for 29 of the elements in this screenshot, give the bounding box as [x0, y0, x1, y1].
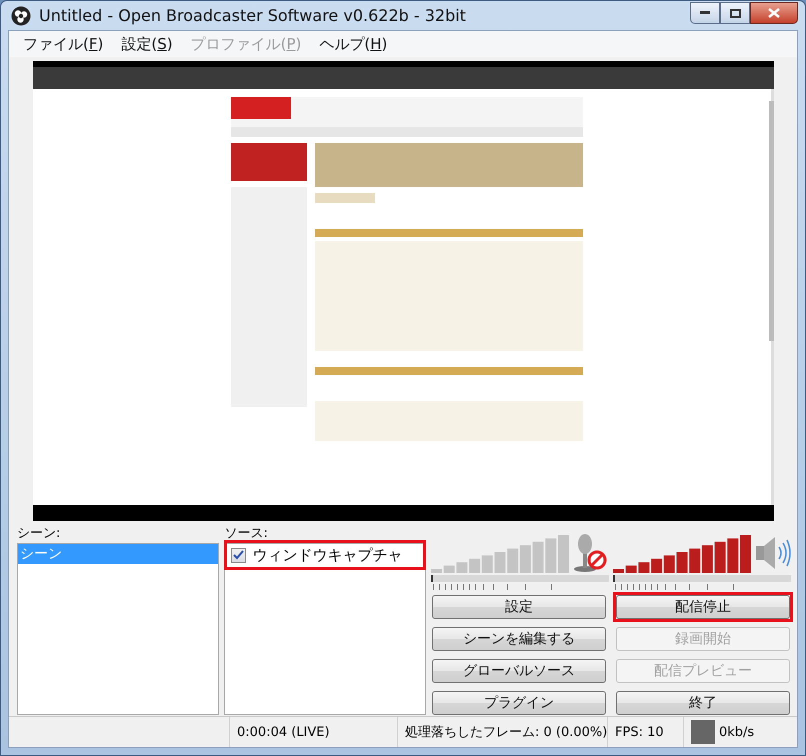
action-button[interactable]: 設定: [432, 595, 606, 619]
dropped-frames: 処理落ちしたフレーム: 0 (0.00%): [405, 723, 608, 741]
minimize-icon: [700, 11, 710, 15]
checkbox[interactable]: [231, 548, 246, 562]
window-title: Untitled - Open Broadcaster Software v0.622b - 32bit: [39, 6, 467, 25]
source-item[interactable]: ウィンドウキャプチャ: [225, 541, 425, 569]
minimize-button[interactable]: [690, 2, 720, 24]
app-logo-icon: [11, 6, 31, 26]
action-button[interactable]: 配信停止: [616, 595, 790, 619]
action-button[interactable]: グローバルソース: [432, 659, 606, 683]
maximize-icon: [730, 8, 740, 18]
maximize-button[interactable]: [720, 2, 750, 24]
source-name: ウィンドウキャプチャ: [252, 546, 402, 564]
menu-item[interactable]: ヘルプ(H): [319, 34, 388, 54]
close-icon: [768, 8, 780, 18]
volume-bars-drawing[interactable]: [613, 535, 753, 573]
menu-item[interactable]: 設定(S): [121, 34, 173, 54]
menu-item[interactable]: ファイル(F): [23, 34, 104, 54]
action-button[interactable]: シーンを編集する: [432, 627, 606, 651]
status-indicator: [691, 720, 715, 744]
scenes-label: シーン:: [17, 525, 62, 543]
stream-time: 0:00:04 (LIVE): [237, 724, 330, 740]
close-button[interactable]: [750, 2, 798, 24]
action-button[interactable]: プラグイン: [432, 691, 606, 715]
action-button[interactable]: 終了: [616, 691, 790, 715]
microphone-icon[interactable]: [571, 533, 609, 573]
fps-reading: FPS: 10: [615, 724, 664, 740]
sources-label: ソース:: [224, 525, 269, 543]
bitrate-reading: 0kb/s: [719, 724, 754, 740]
